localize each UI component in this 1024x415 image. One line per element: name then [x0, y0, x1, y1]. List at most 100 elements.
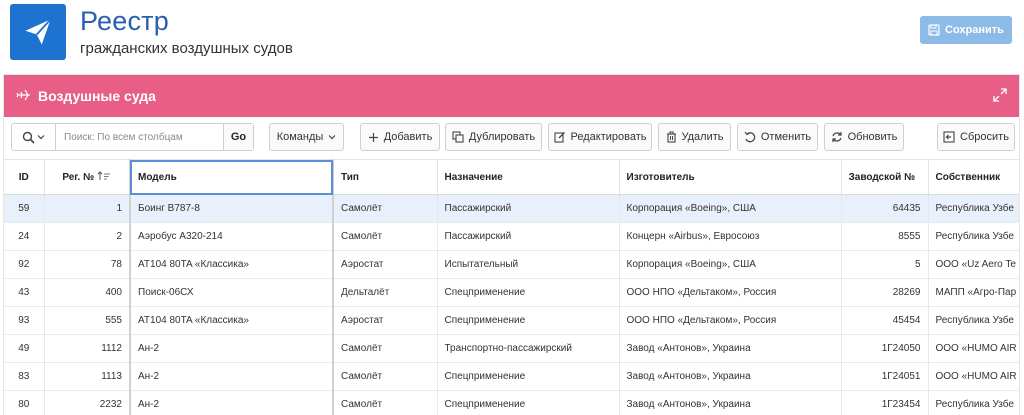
cell-manufacturer[interactable]: ООО НПО «Дельтаком», Россия	[619, 306, 842, 335]
cell-reg-no[interactable]: 2232	[44, 390, 131, 415]
delete-button[interactable]: Удалить	[658, 123, 731, 151]
refresh-button[interactable]: Обновить	[824, 123, 904, 151]
cell-purpose[interactable]: Спецприменение	[437, 390, 620, 415]
table-row[interactable]: 43 400 Поиск-06СХ Дельталёт Спецприменен…	[4, 278, 1019, 307]
cell-purpose[interactable]: Спецприменение	[437, 306, 620, 335]
cell-owner[interactable]: ООО «Uz Aero Te	[928, 250, 1019, 279]
cell-type[interactable]: Аэростат	[333, 250, 438, 279]
col-header-serial-no[interactable]: Заводской №	[841, 159, 929, 195]
aircraft-table: ID Рег. № Модель Тип Назначение Изготови…	[4, 159, 1019, 415]
cell-purpose[interactable]: Пассажирский	[437, 222, 620, 251]
cell-model[interactable]: Поиск-06СХ	[130, 278, 334, 307]
cell-reg-no[interactable]: 555	[44, 306, 131, 335]
cell-manufacturer[interactable]: Корпорация «Boeing», США	[619, 194, 842, 223]
cell-model[interactable]: Ан-2	[130, 390, 334, 415]
cell-owner[interactable]: ООО «HUMO AIR	[928, 362, 1019, 391]
cell-model[interactable]: Ан-2	[130, 362, 334, 391]
table-row[interactable]: 80 2232 Ан-2 Самолёт Спецприменение Заво…	[4, 390, 1019, 415]
cell-reg-no[interactable]: 1	[44, 194, 131, 223]
cell-serial-no[interactable]: 5	[841, 250, 929, 279]
cell-reg-no[interactable]: 400	[44, 278, 131, 307]
table-row[interactable]: 59 1 Боинг B787-8 Самолёт Пассажирский К…	[4, 194, 1019, 223]
cell-owner[interactable]: Республика Узбе	[928, 306, 1019, 335]
table-row[interactable]: 93 555 AT104 80TA «Классика» Аэростат Сп…	[4, 306, 1019, 335]
col-header-type[interactable]: Тип	[333, 159, 438, 195]
search-input[interactable]	[57, 124, 225, 150]
table-row[interactable]: 24 2 Аэробус А320-214 Самолёт Пассажирск…	[4, 222, 1019, 251]
cell-type[interactable]: Дельталёт	[333, 278, 438, 307]
cell-serial-no[interactable]: 64435	[841, 194, 929, 223]
cell-id[interactable]: 49	[4, 334, 45, 363]
commands-menu-button[interactable]: Команды	[269, 123, 344, 151]
cell-manufacturer[interactable]: ООО НПО «Дельтаком», Россия	[619, 278, 842, 307]
table-row[interactable]: 92 78 AT104 80TA «Классика» Аэростат Исп…	[4, 250, 1019, 279]
duplicate-button[interactable]: Дублировать	[445, 123, 542, 151]
save-button[interactable]: Сохранить	[920, 16, 1012, 44]
cell-id[interactable]: 59	[4, 194, 45, 223]
cell-type[interactable]: Аэростат	[333, 306, 438, 335]
cell-id[interactable]: 80	[4, 390, 45, 415]
col-header-id[interactable]: ID	[4, 159, 45, 195]
cell-serial-no[interactable]: 8555	[841, 222, 929, 251]
cell-id[interactable]: 93	[4, 306, 45, 335]
cell-owner[interactable]: Республика Узбе	[928, 194, 1019, 223]
cell-id[interactable]: 43	[4, 278, 45, 307]
cell-model[interactable]: AT104 80TA «Классика»	[130, 306, 334, 335]
col-header-manufacturer[interactable]: Изготовитель	[619, 159, 842, 195]
cell-purpose[interactable]: Испытательный	[437, 250, 620, 279]
copy-icon	[452, 131, 464, 143]
cell-serial-no[interactable]: 1Г23454	[841, 390, 929, 415]
cell-reg-no[interactable]: 78	[44, 250, 131, 279]
cell-manufacturer[interactable]: Завод «Антонов», Украина	[619, 334, 842, 363]
logo	[10, 4, 66, 60]
cell-reg-no[interactable]: 1112	[44, 334, 131, 363]
cell-id[interactable]: 92	[4, 250, 45, 279]
cell-serial-no[interactable]: 1Г24051	[841, 362, 929, 391]
cell-type[interactable]: Самолёт	[333, 334, 438, 363]
cell-model[interactable]: AT104 80TA «Классика»	[130, 250, 334, 279]
search-icon	[22, 131, 35, 144]
cell-owner[interactable]: Республика Узбе	[928, 390, 1019, 415]
cell-reg-no[interactable]: 1113	[44, 362, 131, 391]
expand-icon[interactable]	[993, 88, 1007, 102]
cell-purpose[interactable]: Транспортно-пассажирский	[437, 334, 620, 363]
paper-plane-icon	[25, 18, 52, 45]
cell-serial-no[interactable]: 1Г24050	[841, 334, 929, 363]
go-button[interactable]: Go	[223, 124, 253, 150]
cell-reg-no[interactable]: 2	[44, 222, 131, 251]
cell-id[interactable]: 83	[4, 362, 45, 391]
cell-owner[interactable]: Республика Узбе	[928, 222, 1019, 251]
cell-type[interactable]: Самолёт	[333, 390, 438, 415]
cell-purpose[interactable]: Пассажирский	[437, 194, 620, 223]
col-header-reg-no[interactable]: Рег. №	[44, 159, 131, 195]
cell-type[interactable]: Самолёт	[333, 222, 438, 251]
cell-serial-no[interactable]: 45454	[841, 306, 929, 335]
cell-manufacturer[interactable]: Завод «Антонов», Украина	[619, 362, 842, 391]
cell-model[interactable]: Боинг B787-8	[130, 194, 334, 223]
cell-type[interactable]: Самолёт	[333, 362, 438, 391]
reset-button[interactable]: Сбросить	[937, 123, 1015, 151]
cell-id[interactable]: 24	[4, 222, 45, 251]
cancel-button[interactable]: Отменить	[737, 123, 818, 151]
cell-purpose[interactable]: Спецприменение	[437, 278, 620, 307]
cell-owner[interactable]: МАПП «Агро-Пар	[928, 278, 1019, 307]
col-header-purpose[interactable]: Назначение	[437, 159, 620, 195]
cell-manufacturer[interactable]: Корпорация «Boeing», США	[619, 250, 842, 279]
search-column-selector[interactable]	[12, 124, 56, 150]
cell-model[interactable]: Аэробус А320-214	[130, 222, 334, 251]
table-row[interactable]: 83 1113 Ан-2 Самолёт Спецприменение Заво…	[4, 362, 1019, 391]
col-header-label: Назначение	[444, 171, 503, 183]
table-row[interactable]: 49 1112 Ан-2 Самолёт Транспортно-пассажи…	[4, 334, 1019, 363]
cell-type[interactable]: Самолёт	[333, 194, 438, 223]
edit-icon	[553, 132, 565, 143]
edit-button[interactable]: Редактировать	[548, 123, 652, 151]
add-button[interactable]: Добавить	[360, 123, 440, 151]
cell-manufacturer[interactable]: Завод «Антонов», Украина	[619, 390, 842, 415]
col-header-model[interactable]: Модель	[130, 159, 334, 195]
col-header-owner[interactable]: Собственник	[928, 159, 1019, 195]
cell-purpose[interactable]: Спецприменение	[437, 362, 620, 391]
cell-owner[interactable]: ООО «HUMO AIR	[928, 334, 1019, 363]
cell-model[interactable]: Ан-2	[130, 334, 334, 363]
cell-manufacturer[interactable]: Концерн «Airbus», Евросоюз	[619, 222, 842, 251]
cell-serial-no[interactable]: 28269	[841, 278, 929, 307]
